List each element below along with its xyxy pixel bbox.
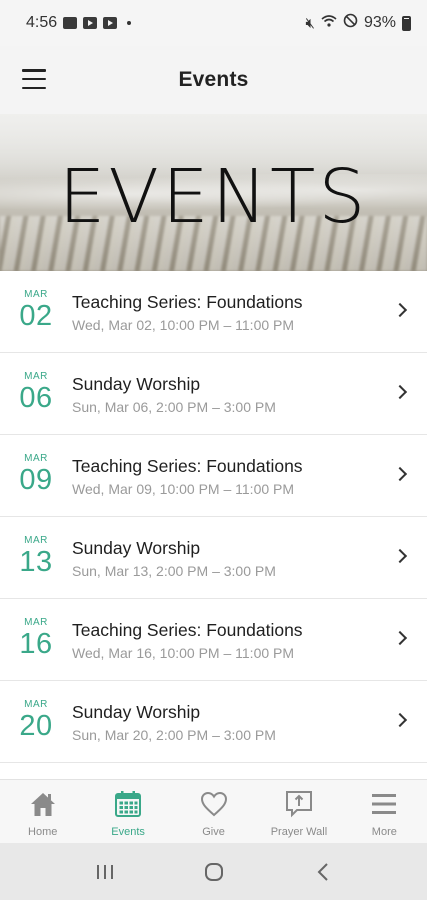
event-date: MAR 09 (12, 453, 60, 495)
home-button[interactable] (194, 852, 234, 892)
nav-prayer-wall[interactable]: Prayer Wall (256, 780, 341, 843)
events-list: MAR 02 Teaching Series: Foundations Wed,… (0, 271, 427, 763)
nav-label-prayer-wall: Prayer Wall (270, 826, 328, 838)
hamburger-menu-button[interactable] (22, 69, 46, 89)
chevron-right-icon (392, 466, 408, 482)
event-row[interactable]: MAR 13 Sunday Worship Sun, Mar 13, 2:00 … (0, 517, 427, 599)
event-day: 02 (19, 300, 53, 332)
status-bar: 4:56 🔇︎ 93% (0, 0, 427, 46)
bottom-nav: Home Events Give Prayer Wall More (0, 779, 427, 843)
event-date: MAR 20 (12, 699, 60, 741)
event-title: Teaching Series: Foundations (72, 456, 303, 476)
event-row[interactable]: MAR 02 Teaching Series: Foundations Wed,… (0, 271, 427, 353)
event-title: Sunday Worship (72, 374, 201, 394)
chevron-right-icon (392, 712, 408, 728)
wifi-icon (321, 14, 337, 32)
nav-give[interactable]: Give (171, 780, 256, 843)
app-header: Events (0, 46, 427, 114)
event-row[interactable]: MAR 20 Sunday Worship Sun, Mar 20, 2:00 … (0, 681, 427, 763)
event-day: 13 (19, 546, 53, 578)
nav-label-more: More (371, 826, 397, 838)
system-nav-bar (0, 843, 427, 900)
gallery-notification-icon (63, 17, 78, 29)
event-time: Sun, Mar 06, 2:00 PM – 3:00 PM (72, 399, 276, 415)
event-day: 20 (19, 710, 53, 742)
event-time: Wed, Mar 16, 10:00 PM – 11:00 PM (72, 645, 295, 661)
menu-line (22, 86, 46, 89)
event-day: 06 (19, 382, 53, 414)
event-title: Teaching Series: Foundations (72, 620, 303, 640)
youtube-notification-icon-2 (103, 17, 118, 29)
event-time: Sun, Mar 20, 2:00 PM – 3:00 PM (72, 727, 276, 743)
event-row[interactable]: MAR 16 Teaching Series: Foundations Wed,… (0, 599, 427, 681)
event-day: 09 (19, 464, 53, 496)
more-menu-icon (371, 790, 397, 818)
event-title: Teaching Series: Foundations (72, 292, 303, 312)
event-day: 16 (19, 628, 53, 660)
battery-level: 93% (363, 14, 396, 31)
recent-apps-button[interactable] (85, 852, 125, 892)
events-banner: EVENTS (0, 114, 427, 271)
event-time: Wed, Mar 02, 10:00 PM – 11:00 PM (72, 317, 295, 333)
battery-icon (402, 15, 411, 31)
nav-label-give: Give (202, 826, 225, 838)
status-right: 🔇︎ 93% (306, 13, 411, 33)
event-row[interactable]: MAR 09 Teaching Series: Foundations Wed,… (0, 435, 427, 517)
page-title: Events (178, 68, 249, 91)
event-time: Wed, Mar 09, 10:00 PM – 11:00 PM (72, 481, 295, 497)
chevron-right-icon (392, 548, 408, 564)
more-notifications-icon (127, 21, 132, 25)
chevron-right-icon (392, 630, 408, 646)
home-icon (29, 790, 57, 818)
status-left: 4:56 (26, 14, 132, 32)
nav-more[interactable]: More (342, 780, 427, 843)
status-time: 4:56 (26, 14, 58, 31)
prayer-wall-icon (284, 790, 314, 818)
do-not-disturb-icon (343, 13, 358, 33)
nav-label-events: Events (111, 826, 145, 838)
menu-line (22, 69, 46, 72)
event-title: Sunday Worship (72, 538, 201, 558)
youtube-notification-icon (83, 17, 98, 29)
event-date: MAR 06 (12, 371, 60, 413)
back-button[interactable] (303, 852, 343, 892)
event-title: Sunday Worship (72, 702, 201, 722)
event-time: Sun, Mar 13, 2:00 PM – 3:00 PM (72, 563, 276, 579)
menu-line (22, 77, 46, 81)
event-date: MAR 02 (12, 289, 60, 331)
event-date: MAR 16 (12, 617, 60, 659)
event-row[interactable]: MAR 06 Sunday Worship Sun, Mar 06, 2:00 … (0, 353, 427, 435)
nav-label-home: Home (28, 826, 58, 838)
nav-home[interactable]: Home (0, 780, 85, 843)
heart-icon (200, 790, 228, 818)
event-date: MAR 13 (12, 535, 60, 577)
calendar-icon (114, 790, 142, 818)
chevron-right-icon (392, 384, 408, 400)
nav-events[interactable]: Events (85, 780, 170, 843)
chevron-right-icon (392, 302, 408, 318)
mute-icon: 🔇︎ (305, 14, 315, 32)
banner-title: EVENTS (58, 154, 369, 240)
